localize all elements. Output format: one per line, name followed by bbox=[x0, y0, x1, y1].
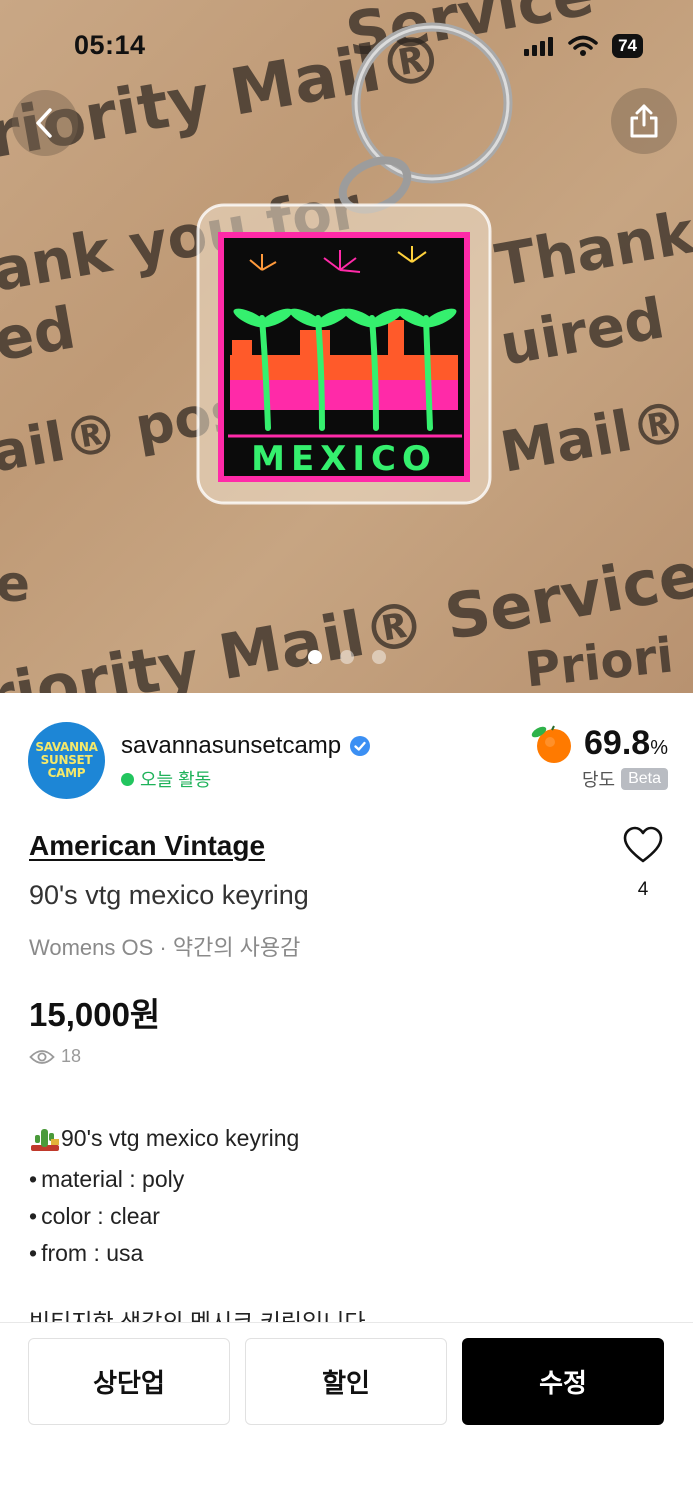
status-bar: 05:14 74 bbox=[0, 0, 693, 90]
seller-name-row[interactable]: savannasunsetcamp bbox=[121, 732, 371, 760]
score-unit: % bbox=[650, 736, 668, 759]
description-truncated-line: 빈티지한 색감의 멕시코 키링입니다 bbox=[29, 1309, 366, 1322]
keyring-illustration: MEXICO bbox=[196, 22, 513, 505]
heart-icon bbox=[623, 826, 663, 863]
view-count-value: 18 bbox=[61, 1046, 82, 1066]
image-pagination[interactable] bbox=[0, 650, 693, 664]
bump-button[interactable]: 상단업 bbox=[28, 1338, 230, 1425]
avatar[interactable]: SAVANNA SUNSET CAMP bbox=[28, 722, 105, 799]
share-icon bbox=[630, 104, 658, 138]
chevron-left-icon bbox=[36, 108, 52, 138]
keyring-label: MEXICO bbox=[251, 439, 437, 479]
view-count: 18 bbox=[29, 1046, 81, 1067]
back-button[interactable] bbox=[12, 90, 78, 156]
description-bullet-text: material : poly bbox=[41, 1166, 185, 1192]
signal-icon bbox=[524, 37, 554, 56]
online-dot-icon bbox=[121, 772, 134, 786]
activity-status: 오늘 활동 bbox=[121, 766, 211, 792]
discount-button[interactable]: 할인 bbox=[245, 1338, 447, 1425]
description-bullet-text: from : usa bbox=[41, 1240, 144, 1266]
score-label: 당도 bbox=[581, 770, 616, 790]
cactus-emoji-icon bbox=[31, 1128, 59, 1151]
battery-indicator: 74 bbox=[612, 34, 643, 58]
seller-name[interactable]: savannasunsetcamp bbox=[121, 732, 341, 760]
description-headline: 90's vtg mexico keyring bbox=[29, 1120, 659, 1157]
sweetness-score[interactable]: 69.8% 당도 Beta bbox=[530, 722, 668, 792]
description-headline-text: 90's vtg mexico keyring bbox=[61, 1125, 300, 1151]
like-button[interactable]: 4 bbox=[621, 826, 665, 901]
score-value: 69.8% bbox=[584, 724, 668, 763]
seller-section[interactable]: SAVANNA SUNSET CAMP savannasunsetcamp 오늘… bbox=[28, 722, 668, 802]
like-count: 4 bbox=[637, 879, 649, 900]
product-price: 15,000원 bbox=[29, 996, 161, 1033]
description-bullet-text: color : clear bbox=[41, 1203, 160, 1229]
edit-button[interactable]: 수정 bbox=[462, 1338, 664, 1425]
pagination-dot[interactable] bbox=[339, 650, 354, 664]
wifi-icon bbox=[568, 35, 598, 56]
share-button[interactable] bbox=[611, 88, 677, 154]
product-image[interactable]: riority Mail® ank you for ed ail® pos e … bbox=[0, 0, 693, 693]
description-bullet: • material : poly bbox=[29, 1166, 185, 1192]
activity-text: 오늘 활동 bbox=[140, 770, 212, 790]
description-bullet: • color : clear bbox=[29, 1203, 160, 1229]
pagination-dot[interactable] bbox=[371, 650, 386, 664]
product-title: 90's vtg mexico keyring bbox=[29, 880, 309, 910]
brand-link[interactable]: American Vintage bbox=[29, 830, 265, 862]
status-icons: 74 bbox=[524, 34, 643, 58]
pagination-dot-active[interactable] bbox=[307, 650, 322, 664]
product-description: 90's vtg mexico keyring • material : poly… bbox=[29, 1120, 659, 1272]
description-bullet: • from : usa bbox=[29, 1240, 144, 1266]
score-number: 69.8 bbox=[584, 723, 651, 762]
status-time: 05:14 bbox=[74, 30, 146, 60]
avatar-text: CAMP bbox=[47, 766, 86, 780]
product-meta: Womens OS · 약간의 사용감 bbox=[29, 935, 301, 960]
orange-icon bbox=[531, 725, 572, 763]
eye-icon bbox=[29, 1049, 55, 1064]
verified-badge-icon bbox=[350, 736, 371, 756]
beta-badge: Beta bbox=[621, 768, 668, 790]
bottom-action-bar: 상단업 할인 수정 bbox=[0, 1322, 693, 1500]
